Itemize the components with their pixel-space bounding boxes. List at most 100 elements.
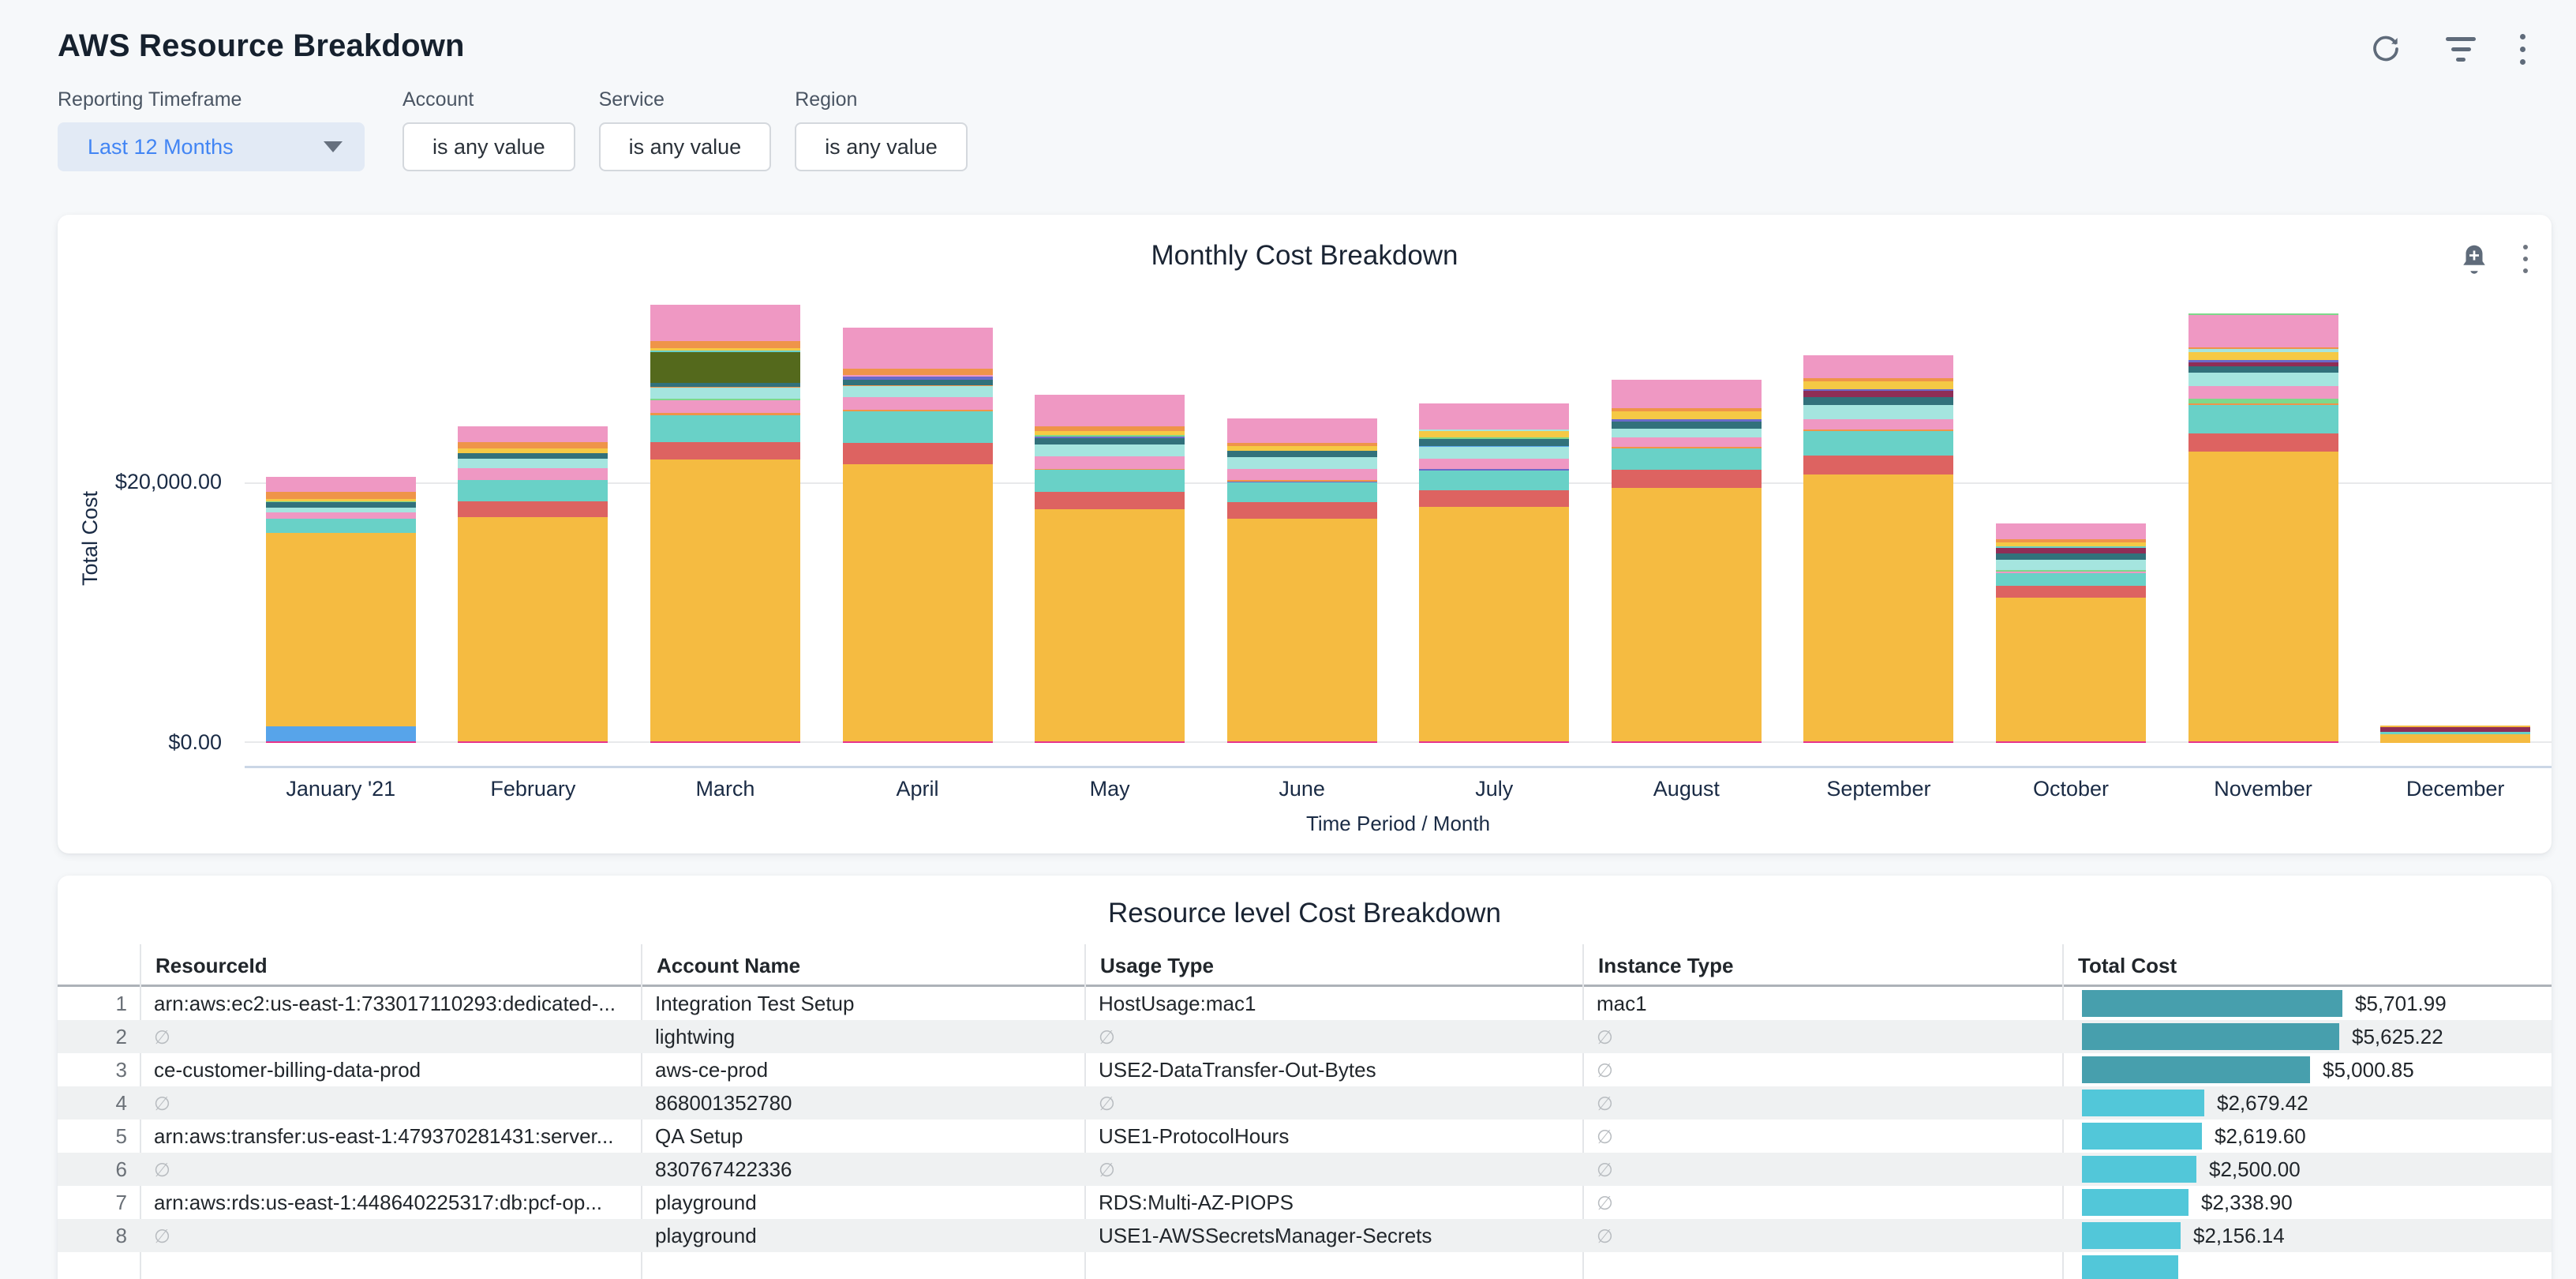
bar-segment[interactable] <box>2188 373 2338 385</box>
bar-segment[interactable] <box>1035 492 1185 509</box>
bar-segment[interactable] <box>1803 419 1953 429</box>
bar-segment[interactable] <box>2188 452 2338 741</box>
bar-segment[interactable] <box>1612 411 1762 419</box>
bar-segment[interactable] <box>1612 741 1762 743</box>
bar-segment[interactable] <box>458 468 608 480</box>
bar-segment[interactable] <box>650 415 800 442</box>
table-row[interactable]: 7arn:aws:rds:us-east-1:448640225317:db:p… <box>58 1186 2552 1219</box>
bar-segment[interactable] <box>1996 586 2146 598</box>
service-filter-button[interactable]: is any value <box>599 122 772 171</box>
bar-segment[interactable] <box>650 388 800 399</box>
bar-segment[interactable] <box>2188 315 2338 347</box>
bar-segment[interactable] <box>1227 502 1377 519</box>
bar-segment[interactable] <box>1996 598 2146 741</box>
stacked-bar-december[interactable] <box>2380 726 2530 743</box>
bar-segment[interactable] <box>1035 395 1185 426</box>
account-filter-button[interactable]: is any value <box>402 122 575 171</box>
kebab-menu-icon[interactable] <box>2523 245 2528 273</box>
bar-segment[interactable] <box>1803 405 1953 419</box>
refresh-icon[interactable] <box>2370 33 2402 65</box>
bar-segment[interactable] <box>1035 444 1185 457</box>
column-header-instance-type[interactable]: Instance Type <box>1582 944 2062 987</box>
bar-segment[interactable] <box>650 442 800 459</box>
stacked-bar-august[interactable] <box>1612 380 1762 743</box>
table-row[interactable] <box>58 1252 2552 1279</box>
bar-segment[interactable] <box>266 492 416 498</box>
bar-segment[interactable] <box>1612 470 1762 487</box>
stacked-bar-october[interactable] <box>1996 523 2146 743</box>
bar-segment[interactable] <box>1419 431 1569 437</box>
bar-segment[interactable] <box>843 411 993 443</box>
stacked-bar-june[interactable] <box>1227 418 1377 743</box>
bar-segment[interactable] <box>1803 391 1953 396</box>
bar-segment[interactable] <box>1419 459 1569 469</box>
bar-segment[interactable] <box>458 459 608 468</box>
stacked-bar-september[interactable] <box>1803 355 1953 743</box>
bar-segment[interactable] <box>458 517 608 741</box>
bar-segment[interactable] <box>458 442 608 448</box>
bar-segment[interactable] <box>1612 429 1762 437</box>
bar-segment[interactable] <box>1803 355 1953 379</box>
bar-segment[interactable] <box>1612 422 1762 429</box>
bar-segment[interactable] <box>2188 405 2338 433</box>
bar-segment[interactable] <box>1419 471 1569 490</box>
bar-segment[interactable] <box>266 512 416 519</box>
bar-segment[interactable] <box>458 501 608 518</box>
column-header-resourceid[interactable]: ResourceId <box>140 944 641 987</box>
bar-segment[interactable] <box>1227 457 1377 469</box>
bar-segment[interactable] <box>650 459 800 742</box>
kebab-menu-icon[interactable] <box>2520 34 2525 65</box>
stacked-bar-may[interactable] <box>1035 395 1185 743</box>
bar-segment[interactable] <box>458 480 608 501</box>
bar-segment[interactable] <box>1996 573 2146 586</box>
bar-segment[interactable] <box>843 328 993 369</box>
bar-segment[interactable] <box>266 519 416 533</box>
bar-segment[interactable] <box>1803 431 1953 456</box>
bar-segment[interactable] <box>2188 741 2338 743</box>
bar-segment[interactable] <box>1227 469 1377 481</box>
bar-segment[interactable] <box>843 369 993 375</box>
bar-segment[interactable] <box>1803 381 1953 390</box>
bar-segment[interactable] <box>266 508 416 513</box>
bar-segment[interactable] <box>1227 741 1377 743</box>
table-row[interactable]: 8∅playgroundUSE1-AWSSecretsManager-Secre… <box>58 1219 2552 1252</box>
bar-segment[interactable] <box>1612 448 1762 471</box>
bar-segment[interactable] <box>1035 741 1185 743</box>
bar-segment[interactable] <box>1612 488 1762 741</box>
bar-segment[interactable] <box>1996 741 2146 743</box>
bar-segment[interactable] <box>458 741 608 743</box>
bar-segment[interactable] <box>843 464 993 741</box>
bar-segment[interactable] <box>843 741 993 743</box>
bar-segment[interactable] <box>1996 560 2146 570</box>
table-row[interactable]: 4∅868001352780∅∅$2,679.42 <box>58 1086 2552 1120</box>
bar-segment[interactable] <box>1612 380 1762 408</box>
bar-segment[interactable] <box>458 453 608 459</box>
bar-segment[interactable] <box>1419 490 1569 507</box>
bar-segment[interactable] <box>650 305 800 341</box>
stacked-bar-january-[interactable] <box>266 477 416 743</box>
bar-segment[interactable] <box>1996 553 2146 559</box>
bar-segment[interactable] <box>1227 519 1377 741</box>
table-row[interactable]: 6∅830767422336∅∅$2,500.00 <box>58 1153 2552 1186</box>
bar-segment[interactable] <box>843 380 993 385</box>
bar-segment[interactable] <box>1035 509 1185 741</box>
stacked-bar-november[interactable] <box>2188 313 2338 743</box>
column-header-total-cost[interactable]: Total Cost <box>2062 944 2552 987</box>
bar-segment[interactable] <box>843 397 993 410</box>
bar-segment[interactable] <box>1035 438 1185 444</box>
bar-segment[interactable] <box>1227 418 1377 443</box>
bar-segment[interactable] <box>1419 507 1569 741</box>
bar-segment[interactable] <box>1227 482 1377 502</box>
bar-segment[interactable] <box>266 741 416 743</box>
bar-segment[interactable] <box>2188 352 2338 361</box>
stacked-bar-february[interactable] <box>458 426 608 743</box>
stacked-bar-april[interactable] <box>843 328 993 743</box>
bar-segment[interactable] <box>1419 403 1569 429</box>
bar-segment[interactable] <box>266 477 416 492</box>
table-row[interactable]: 5arn:aws:transfer:us-east-1:479370281431… <box>58 1120 2552 1153</box>
stacked-bar-march[interactable] <box>650 305 800 743</box>
bar-segment[interactable] <box>650 741 800 743</box>
bar-segment[interactable] <box>1035 470 1185 492</box>
bar-segment[interactable] <box>650 352 800 383</box>
table-row[interactable]: 2∅lightwing∅∅$5,625.22 <box>58 1020 2552 1053</box>
